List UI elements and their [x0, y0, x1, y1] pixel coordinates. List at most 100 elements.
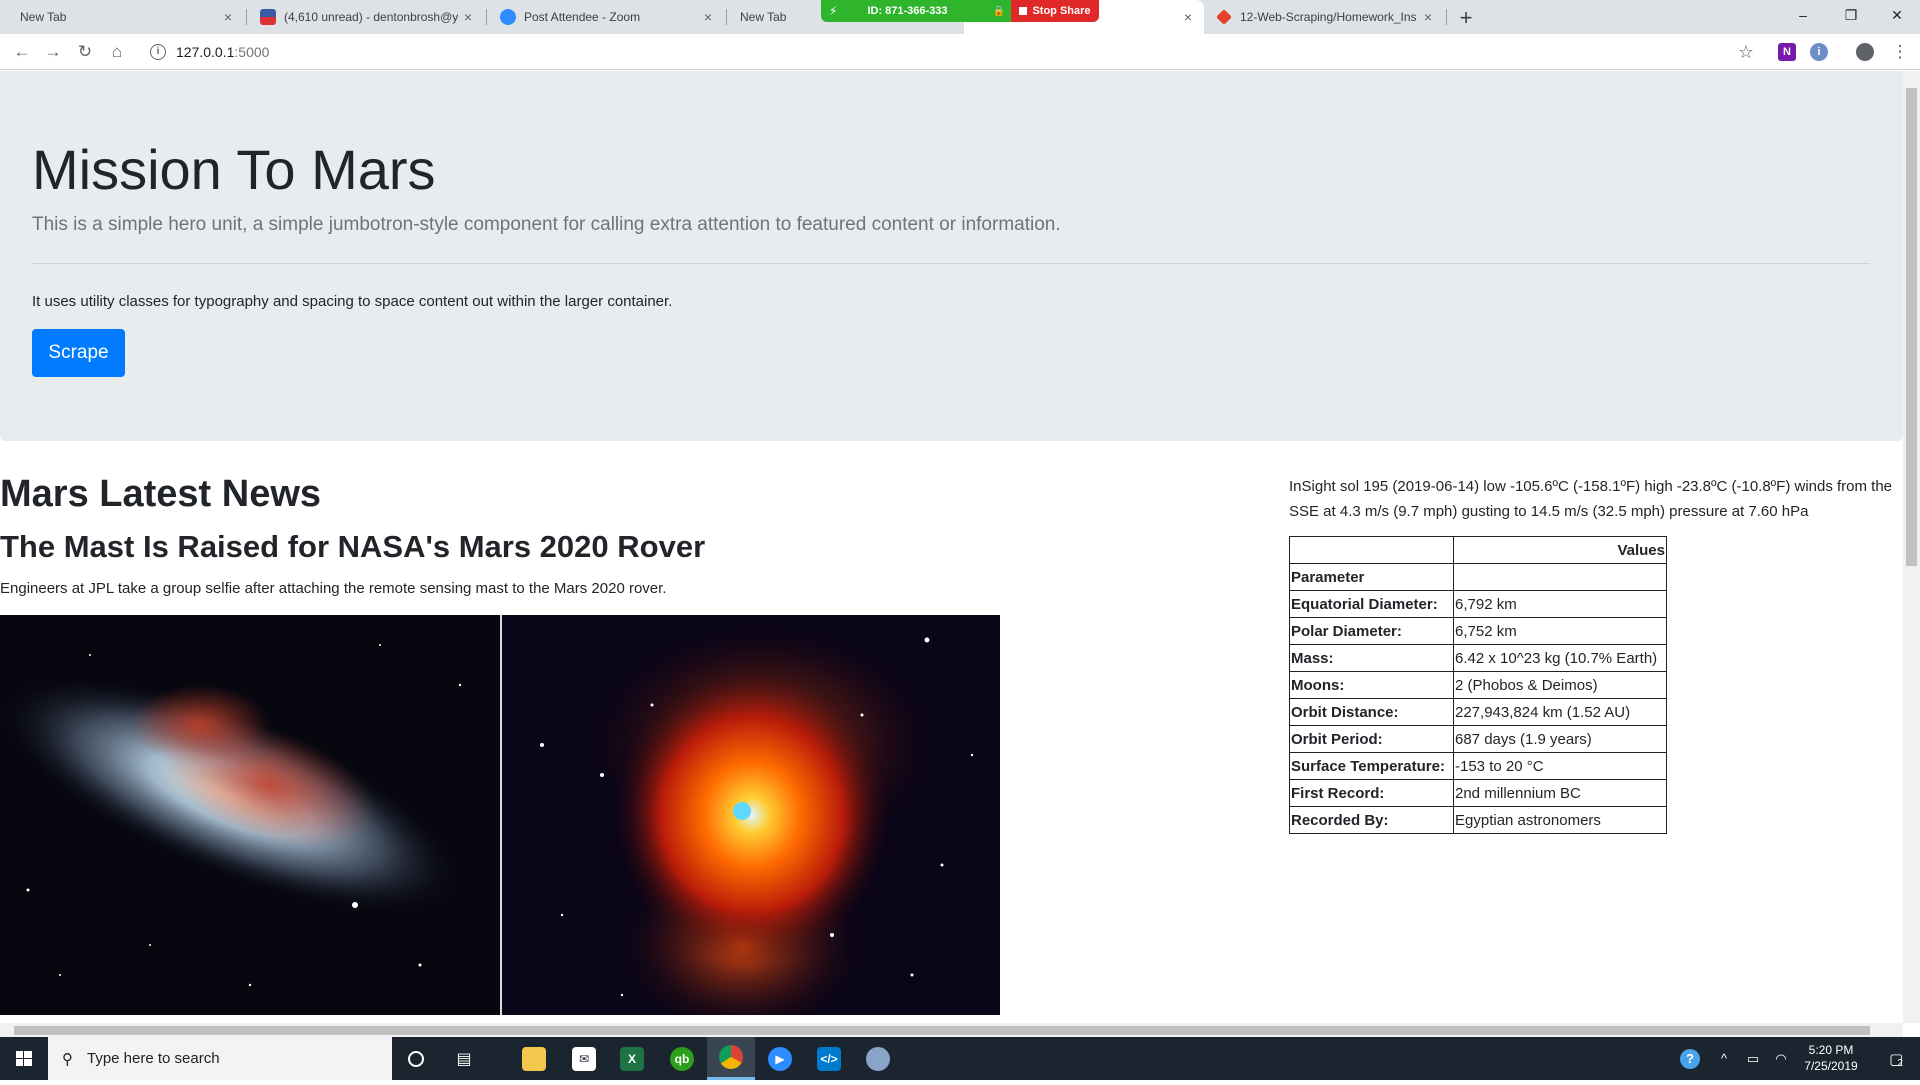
task-view-icon: ▤ [456, 1050, 472, 1068]
nebula-image [502, 615, 1000, 1015]
tab-close-icon[interactable]: × [698, 9, 718, 25]
fact-key: Orbit Period: [1289, 725, 1454, 753]
bookmark-star-icon[interactable]: ☆ [1738, 42, 1754, 63]
tab-close-icon[interactable]: × [458, 9, 478, 25]
browser-toolbar: ← → ↻ ⌂ i 127.0.0.1:5000 ☆ N i ⋮ [0, 34, 1920, 70]
fact-key: Moons: [1289, 671, 1454, 699]
browser-menu-button[interactable]: ⋮ [1886, 38, 1914, 66]
horizontal-scroll-thumb[interactable] [14, 1026, 1870, 1035]
fact-value: 6.42 x 10^23 kg (10.7% Earth) [1453, 644, 1667, 672]
zoom-share-bar: ⚡ ID: 871-366-333 🔒 Stop Share [821, 0, 1099, 22]
table-index-row: Parameter [1289, 563, 1667, 591]
fact-value: -153 to 20 °C [1453, 752, 1667, 780]
address-bar[interactable]: i 127.0.0.1:5000 ☆ [142, 38, 1762, 66]
tab-separator [726, 9, 727, 25]
windows-logo-icon [16, 1051, 32, 1066]
quickbooks-button[interactable]: qb [658, 1037, 706, 1080]
fact-key: Orbit Distance: [1289, 698, 1454, 726]
help-icon: ? [1680, 1048, 1700, 1069]
table-header-cell [1289, 536, 1454, 564]
file-explorer-button[interactable] [510, 1037, 558, 1080]
folder-icon [522, 1046, 546, 1071]
fact-key: Surface Temperature: [1289, 752, 1454, 780]
close-window-button[interactable]: ✕ [1874, 0, 1920, 30]
mail-button[interactable]: ✉ [560, 1037, 608, 1080]
table-row: Mass: 6.42 x 10^23 kg (10.7% Earth) [1289, 644, 1667, 672]
minimize-button[interactable]: – [1780, 0, 1826, 30]
onenote-extension-icon[interactable]: N [1778, 43, 1796, 61]
extension-icon[interactable]: i [1810, 43, 1828, 61]
fact-key: Recorded By: [1289, 806, 1454, 834]
paint-button[interactable] [854, 1037, 902, 1080]
zoom-app-button[interactable]: ▶ [756, 1037, 804, 1080]
zoom-signal-icon: ⚡ [829, 4, 838, 18]
vscode-icon: </> [817, 1046, 841, 1071]
quickbooks-icon: qb [670, 1046, 694, 1071]
profile-avatar-icon[interactable] [1856, 43, 1874, 61]
scrape-button[interactable]: Scrape [32, 329, 125, 377]
fact-value: 2nd millennium BC [1453, 779, 1667, 807]
battery-icon[interactable]: ▭ [1740, 1037, 1766, 1080]
tab-separator [1446, 9, 1447, 25]
tab-new-tab-1[interactable]: New Tab × [8, 0, 244, 34]
home-button[interactable]: ⌂ [103, 38, 131, 66]
clock-date: 7/25/2019 [1804, 1059, 1858, 1073]
divider [32, 263, 1870, 264]
stop-share-label: Stop Share [1032, 5, 1091, 17]
fact-value: 6,792 km [1453, 590, 1667, 618]
news-title: The Mast Is Raised for NASA's Mars 2020 … [0, 529, 706, 564]
jumbotron-text: It uses utility classes for typography a… [32, 293, 673, 310]
action-center-button[interactable]: ▢ 2 [1876, 1037, 1916, 1080]
table-header-row: Values [1289, 536, 1667, 564]
help-tray-icon[interactable]: ? [1675, 1037, 1705, 1080]
zoom-meeting-id: ⚡ ID: 871-366-333 🔒 [821, 0, 1011, 22]
tab-close-icon[interactable]: × [218, 9, 238, 25]
index-value [1453, 563, 1667, 591]
tab-zoom[interactable]: Post Attendee - Zoom × [488, 0, 724, 34]
vscode-button[interactable]: </> [805, 1037, 853, 1080]
galaxy-image [0, 615, 500, 1015]
tab-gitlab[interactable]: 12-Web-Scraping/Homework_Ins × [1204, 0, 1444, 34]
table-row: Moons: 2 (Phobos & Deimos) [1289, 671, 1667, 699]
new-tab-button[interactable]: + [1452, 4, 1480, 32]
mail-icon: ✉ [572, 1046, 596, 1071]
fact-value: 227,943,824 km (1.52 AU) [1453, 698, 1667, 726]
notification-count: 2 [1897, 1058, 1903, 1069]
search-placeholder: Type here to search [87, 1050, 220, 1067]
chrome-icon [719, 1045, 743, 1069]
reload-button[interactable]: ↻ [71, 38, 99, 66]
clock-time: 5:20 PM [1808, 1043, 1854, 1057]
cortana-button[interactable] [392, 1037, 440, 1080]
excel-button[interactable]: X [608, 1037, 656, 1080]
jumbotron: Mission To Mars This is a simple hero un… [0, 71, 1903, 441]
zoom-id-text: ID: 871-366-333 [867, 5, 948, 17]
chrome-button[interactable] [707, 1037, 755, 1080]
address-url[interactable]: 127.0.0.1:5000 [176, 44, 269, 60]
tab-close-icon[interactable]: × [1178, 9, 1198, 25]
back-button[interactable]: ← [8, 38, 36, 66]
show-hidden-icons[interactable]: ^ [1712, 1037, 1736, 1080]
fact-value: 687 days (1.9 years) [1453, 725, 1667, 753]
mars-weather-text: InSight sol 195 (2019-06-14) low -105.6º… [1289, 478, 1893, 520]
table-row: Equatorial Diameter: 6,792 km [1289, 590, 1667, 618]
tab-mail[interactable]: (4,610 unread) - dentonbrosh@y × [248, 0, 484, 34]
stop-share-button[interactable]: Stop Share [1011, 0, 1099, 22]
forward-button[interactable]: → [39, 38, 67, 66]
start-button[interactable] [0, 1037, 48, 1080]
cortana-icon [408, 1050, 424, 1067]
tab-title: 12-Web-Scraping/Homework_Ins [1240, 10, 1417, 24]
tab-title: Post Attendee - Zoom [524, 10, 641, 24]
maximize-button[interactable]: ❐ [1828, 0, 1874, 30]
page-title: Mission To Mars [32, 138, 436, 201]
tab-separator [246, 9, 247, 25]
taskbar-clock[interactable]: 5:20 PM 7/25/2019 [1790, 1042, 1872, 1074]
fact-key: Equatorial Diameter: [1289, 590, 1454, 618]
tab-close-icon[interactable]: × [1418, 9, 1438, 25]
tab-separator [486, 9, 487, 25]
vertical-scroll-thumb[interactable] [1906, 88, 1917, 566]
task-view-button[interactable]: ▤ [440, 1037, 488, 1080]
table-row: Surface Temperature: -153 to 20 °C [1289, 752, 1667, 780]
site-info-icon[interactable]: i [150, 44, 166, 60]
fact-value: 2 (Phobos & Deimos) [1453, 671, 1667, 699]
taskbar-search[interactable]: ⚲ Type here to search [48, 1037, 392, 1080]
